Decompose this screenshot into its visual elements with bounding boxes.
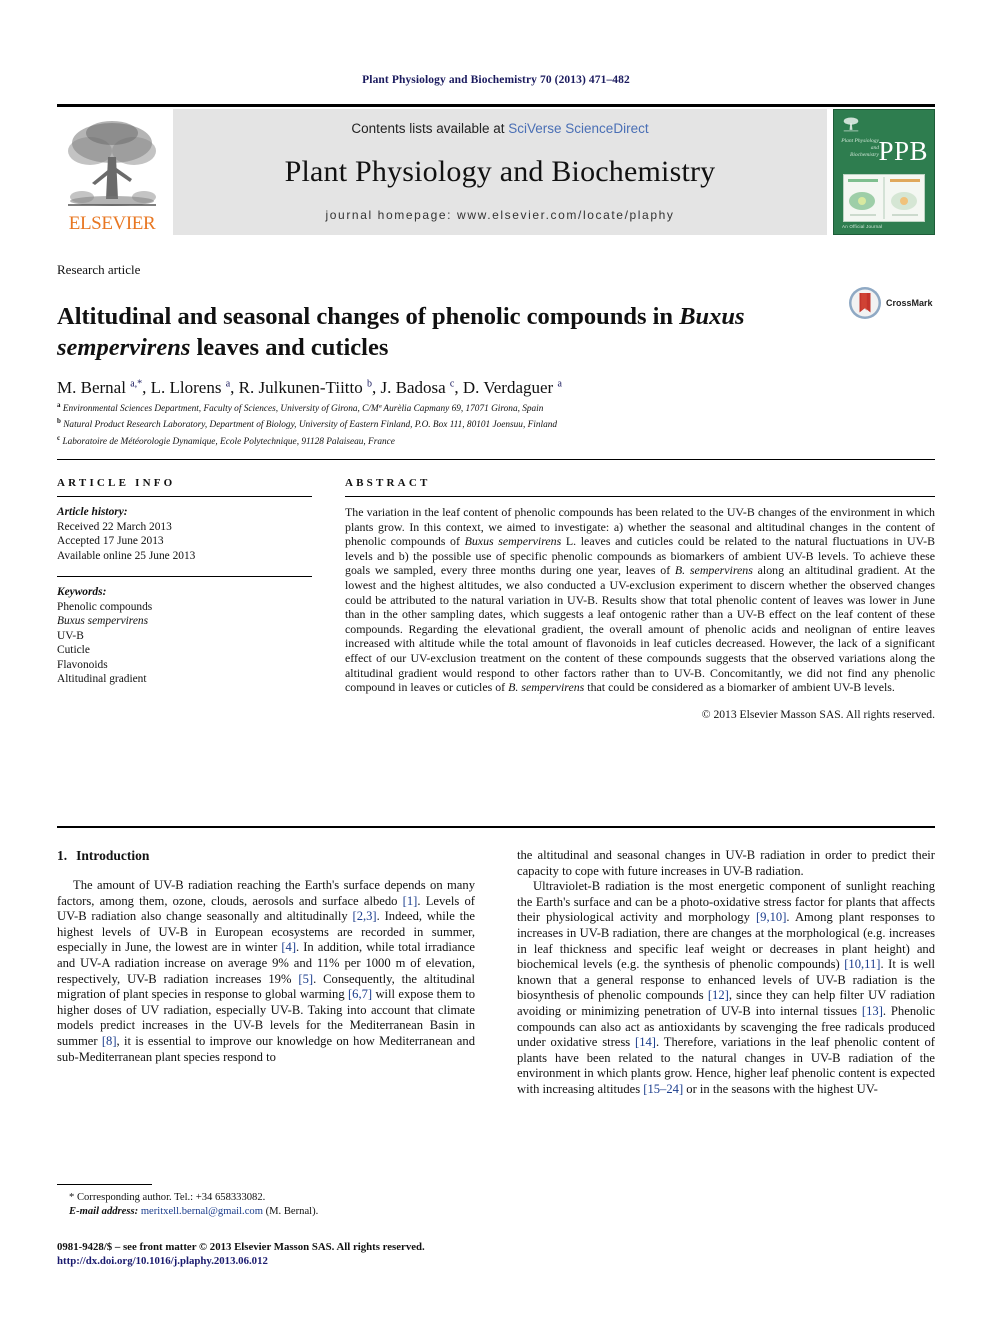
cover-acronym: PPB (878, 136, 928, 166)
abstract-text: The variation in the leaf content of phe… (345, 505, 936, 695)
keyword-item: Flavonoids (57, 658, 108, 671)
cover-subtitle: Plant Physiology and Biochemistry (841, 138, 879, 158)
cover-elsevier-tree-icon (843, 117, 859, 132)
front-matter-text: 0981-9428/$ – see front matter © 2013 El… (57, 1241, 425, 1253)
article-info-rule (57, 496, 312, 497)
footnote-corresponding: * Corresponding author. Tel.: +34 658333… (69, 1192, 266, 1203)
affiliation-a: a Environmental Sciences Department, Fac… (57, 401, 544, 415)
keyword-item: Phenolic compounds (57, 600, 153, 613)
keywords-group: Keywords: Phenolic compounds Buxus sempe… (57, 585, 312, 687)
journal-homepage-link[interactable]: journal homepage: www.elsevier.com/locat… (326, 208, 675, 222)
footnote-email-line: E-mail address: meritxell.bernal@gmail.c… (57, 1205, 475, 1219)
keyword-item: UV-B (57, 629, 84, 642)
abstract-heading: ABSTRACT (345, 477, 431, 489)
corresponding-author-footnote: * Corresponding author. Tel.: +34 658333… (57, 1184, 475, 1218)
title-part-1: Altitudinal and seasonal changes of phen… (57, 303, 680, 331)
intro-paragraph-left: The amount of UV-B radiation reaching th… (57, 878, 476, 1064)
elsevier-wordmark: ELSEVIER (68, 213, 156, 234)
article-history-label: Article history: (57, 506, 128, 518)
sciencedirect-link[interactable]: SciVerse ScienceDirect (508, 121, 648, 136)
email-label: E-mail address: (69, 1205, 139, 1217)
body-column-right: the altitudinal and seasonal changes in … (517, 848, 935, 1098)
section-number: 1. (57, 848, 68, 863)
history-item: Received 22 March 2013 (57, 520, 172, 533)
keyword-item-italic: Buxus sempervirens (57, 615, 148, 627)
body-column-left: 1. Introduction The amount of UV-B radiat… (57, 848, 475, 1065)
affiliation-c: c Laboratoire de Météorologie Dynamique,… (57, 433, 395, 447)
crossmark-badge[interactable]: CrossMark (848, 283, 948, 323)
page-title: Altitudinal and seasonal changes of phen… (57, 301, 797, 363)
author-list: M. Bernal a,*, L. Llorens a, R. Julkunen… (57, 378, 562, 397)
section-heading-introduction: 1. Introduction (57, 848, 475, 864)
email-link[interactable]: meritxell.bernal@gmail.com (141, 1206, 263, 1217)
affiliation-a-text: Environmental Sciences Department, Facul… (62, 404, 544, 415)
intro-paragraph-right-2: Ultraviolet-B radiation is the most ener… (517, 879, 936, 1096)
history-item: Accepted 17 June 2013 (57, 535, 164, 547)
article-info-block: ARTICLE INFO Article history: Received 2… (57, 477, 312, 687)
history-item: Available online 25 June 2013 (57, 549, 196, 562)
section-title: Introduction (76, 848, 150, 863)
article-info-separator (57, 576, 312, 577)
affiliation-b-text: Natural Product Research Laboratory, Dep… (63, 420, 558, 431)
keyword-item: Cuticle (57, 644, 90, 656)
article-history-group: Article history: Received 22 March 2013 … (57, 505, 312, 563)
keyword-item: Altitudinal gradient (57, 673, 147, 685)
email-suffix: (M. Bernal). (262, 1205, 319, 1217)
article-body: 1. Introduction The amount of UV-B radiat… (57, 848, 935, 1198)
intro-paragraph-right-1: the altitudinal and seasonal changes in … (517, 848, 935, 878)
title-part-2: leaves and cuticles (190, 334, 389, 362)
affiliation-list: a Environmental Sciences Department, Fac… (57, 399, 917, 448)
running-head: Plant Physiology and Biochemistry 70 (20… (362, 74, 630, 86)
article-type-label: Research article (57, 262, 141, 277)
footnote-rule (57, 1184, 152, 1185)
article-info-heading: ARTICLE INFO (57, 477, 176, 489)
journal-cover-thumbnail: Plant Physiology and Biochemistry PPB An… (833, 109, 935, 235)
journal-band: Contents lists available at SciVerse Sci… (173, 109, 827, 235)
abstract-copyright: © 2013 Elsevier Masson SAS. All rights r… (701, 707, 935, 721)
front-matter-block: 0981-9428/$ – see front matter © 2013 El… (57, 1240, 617, 1268)
contents-line: Contents lists available at SciVerse Sci… (351, 121, 648, 136)
cover-diagram-icon (848, 177, 920, 219)
contents-prefix: Contents lists available at (351, 121, 509, 136)
journal-masthead: ELSEVIER Contents lists available at Sci… (57, 104, 935, 237)
cover-figure (843, 174, 925, 222)
abstract-block: ABSTRACT The variation in the leaf conte… (345, 477, 935, 721)
keyword-item: Buxus sempervirens (57, 614, 312, 629)
elsevier-logo: ELSEVIER (57, 109, 167, 235)
keywords-label: Keywords: (57, 586, 107, 598)
article-page: Plant Physiology and Biochemistry 70 (20… (0, 0, 992, 1323)
affiliation-c-text: Laboratoire de Météorologie Dynamique, E… (62, 436, 395, 447)
doi-link[interactable]: http://dx.doi.org/10.1016/j.plaphy.2013.… (57, 1254, 617, 1268)
abstract-rule (345, 496, 935, 497)
crossmark-icon (849, 287, 881, 319)
cover-footer: An Official Journal (842, 224, 883, 229)
journal-title: Plant Physiology and Biochemistry (284, 155, 716, 188)
info-block-bottom-rule (57, 826, 935, 828)
crossmark-label: CrossMark (886, 298, 933, 308)
affiliation-b: b Natural Product Research Laboratory, D… (57, 417, 558, 431)
elsevier-tree-icon (68, 121, 156, 206)
info-block-top-rule (57, 459, 935, 460)
